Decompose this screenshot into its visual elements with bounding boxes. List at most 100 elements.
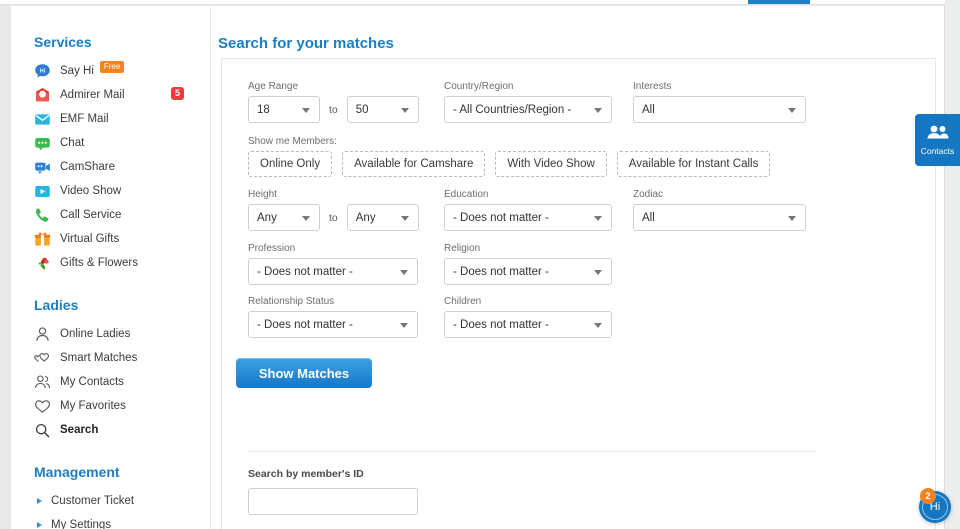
people-icon [34,374,51,391]
chevron-down-icon [594,270,602,275]
contacts-side-tab-label: Contacts [920,145,955,156]
page-right-gutter [945,0,960,529]
search-icon [34,422,51,439]
active-tab-underline[interactable] [748,0,810,4]
chevron-right-icon [37,498,42,504]
two-hearts-icon [34,350,51,367]
age-to-value: 50 [355,103,369,116]
sidebar-item-label: EMF Mail [60,113,109,125]
sidebar-item-my-contacts[interactable]: My Contacts [11,370,210,394]
relationship-status-select[interactable]: - Does not matter - [248,311,418,338]
sidebar: Services Hi Say Hi Free Admirer Mail 5 EMF Ma… [11,6,211,529]
sidebar-management-list: Customer TicketMy SettingsTimezone Conve… [11,489,210,529]
show-members-label: Show me Members: [248,136,337,147]
sidebar-item-virtual-gifts[interactable]: Virtual Gifts [11,227,210,251]
country-region-select[interactable]: - All Countries/Region - [444,96,612,123]
member-id-input[interactable] [248,488,418,515]
video-show-icon [34,183,51,200]
sidebar-item-admirer-mail[interactable]: Admirer Mail 5 [11,83,210,107]
age-range-to-label: to [329,103,338,116]
member-filter-chip-label: Available for Instant Calls [628,158,759,170]
chevron-down-icon [400,108,409,113]
zodiac-label: Zodiac [633,189,664,200]
sidebar-item-customer-ticket[interactable]: Customer Ticket [11,489,210,513]
profession-label: Profession [248,243,296,254]
height-range-to-label: to [329,211,338,224]
member-filter-chip-online-only[interactable]: Online Only [248,151,333,177]
children-label: Children [444,296,482,307]
chevron-down-icon [594,216,602,221]
sidebar-item-label: Admirer Mail [60,89,125,101]
chevron-down-icon [400,216,409,221]
free-badge: Free [99,61,125,73]
page-root: Services Hi Say Hi Free Admirer Mail 5 EMF Ma… [0,0,960,529]
sidebar-item-label: Video Show [60,185,122,197]
sidebar-item-chat[interactable]: Chat [11,131,210,155]
chevron-down-icon [594,323,602,328]
height-label: Height [248,189,277,200]
zodiac-select[interactable]: All [633,204,806,231]
say-hi-icon: Hi [34,63,51,80]
sidebar-item-my-settings[interactable]: My Settings [11,513,210,529]
chevron-down-icon [400,270,408,275]
phone-icon [34,207,51,224]
relationship-status-value: - Does not matter - [257,318,353,331]
sidebar-item-label: My Settings [51,519,112,529]
form-divider [248,451,817,452]
profession-select[interactable]: - Does not matter - [248,258,418,285]
member-filter-chip-available-for-instant-calls[interactable]: Available for Instant Calls [616,151,771,177]
height-to-value: Any [355,211,376,224]
sidebar-item-video-show[interactable]: Video Show [11,179,210,203]
sidebar-item-camshare[interactable]: CamShare [11,155,210,179]
children-select[interactable]: - Does not matter - [444,311,612,338]
contacts-side-tab[interactable]: Contacts [915,114,960,166]
member-filter-chip-available-for-camshare[interactable]: Available for Camshare [342,151,486,177]
page-title: Search for your matches [218,35,394,52]
show-matches-button[interactable]: Show Matches [236,358,372,388]
member-filter-chip-label: With Video Show [507,158,595,170]
page-body: Services Hi Say Hi Free Admirer Mail 5 EMF Ma… [10,6,945,529]
profession-value: - Does not matter - [257,265,353,278]
education-select[interactable]: - Does not matter - [444,204,612,231]
chevron-down-icon [400,323,408,328]
sidebar-item-online-ladies[interactable]: Online Ladies [11,322,210,346]
sidebar-item-search[interactable]: Search [11,418,210,442]
interests-select[interactable]: All [633,96,806,123]
education-label: Education [444,189,489,200]
age-from-value: 18 [257,103,270,116]
age-from-select[interactable]: 18 [248,96,320,123]
zodiac-value: All [642,211,655,224]
show-members-chip-row: Online Only Available for Camshare With Vi… [248,151,771,177]
member-filter-chip-label: Available for Camshare [354,158,474,170]
sidebar-item-label: My Favorites [60,400,126,412]
top-tab-strip [0,0,945,5]
sidebar-item-smart-matches[interactable]: Smart Matches [11,346,210,370]
sidebar-item-label: Customer Ticket [51,495,135,507]
unread-count-badge: 5 [171,87,184,100]
chevron-down-icon [594,108,602,113]
sidebar-item-label: Smart Matches [60,352,138,364]
interests-value: All [642,103,655,116]
religion-value: - Does not matter - [453,265,549,278]
height-from-value: Any [257,211,277,224]
interests-label: Interests [633,81,672,92]
sidebar-item-label: CamShare [60,161,115,173]
height-to-select[interactable]: Any [346,204,419,231]
height-from-select[interactable]: Any [248,204,320,231]
sidebar-heading-services: Services [34,34,92,50]
people-icon [926,125,950,144]
chevron-down-icon [302,216,310,221]
sidebar-item-label: Online Ladies [60,328,131,340]
sidebar-item-my-favorites[interactable]: My Favorites [11,394,210,418]
sidebar-item-gifts-flowers[interactable]: Gifts & Flowers [11,251,210,275]
religion-select[interactable]: - Does not matter - [444,258,612,285]
sidebar-item-say-hi[interactable]: Hi Say Hi Free [11,59,210,83]
sidebar-item-emf-mail[interactable]: EMF Mail [11,107,210,131]
sidebar-item-call-service[interactable]: Call Service [11,203,210,227]
age-to-select[interactable]: 50 [346,96,419,123]
chevron-down-icon [788,216,796,221]
person-icon [34,326,51,343]
chat-icon [34,135,51,152]
search-form-panel: Age Range 18 to 50 Country/Region - All … [221,58,936,529]
member-filter-chip-with-video-show[interactable]: With Video Show [495,151,607,177]
